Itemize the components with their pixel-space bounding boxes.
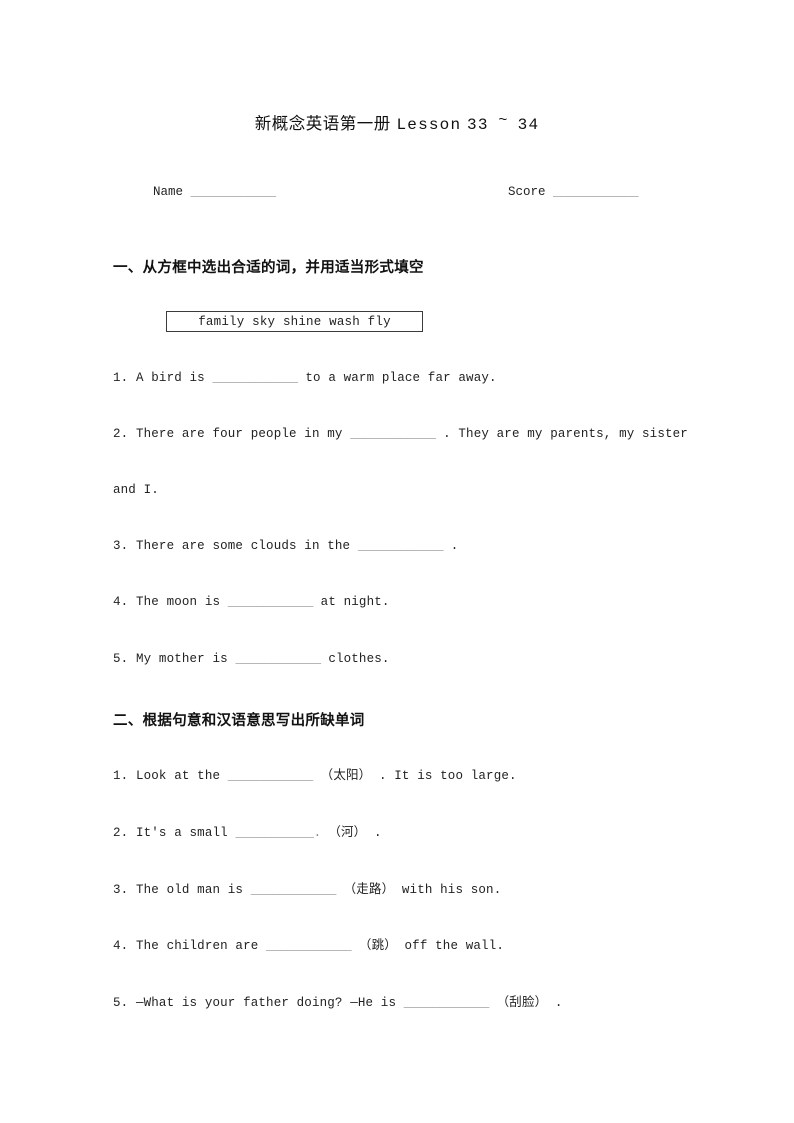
question-text-after: off the wall. <box>404 939 504 953</box>
answer-blank[interactable]: ____________ <box>235 652 321 666</box>
student-info-row: Name ____________ Score ____________ <box>0 185 794 205</box>
chinese-hint: （河） <box>328 824 367 839</box>
question-text-after: at night. <box>320 595 390 609</box>
question-number: 3. <box>113 539 129 553</box>
section1-question-2: 2. There are four people in my _________… <box>113 427 688 441</box>
section2-question-3: 3. The old man is ____________ （走路） with… <box>113 878 501 897</box>
section2-question-4: 4. The children are ____________ （跳） off… <box>113 934 504 953</box>
question-text-before: —What is your father doing? —He is <box>135 996 397 1010</box>
question-number: 2. <box>113 427 129 441</box>
answer-blank[interactable]: ____________ <box>251 883 337 897</box>
chinese-hint: （太阳） <box>320 767 372 782</box>
answer-blank[interactable]: ___________. <box>235 826 321 840</box>
lesson-range-tilde: ~ <box>498 112 508 129</box>
answer-blank[interactable]: ____________ <box>228 595 314 609</box>
question-text-after: clothes. <box>328 652 390 666</box>
section1-question-5: 5. My mother is ____________ clothes. <box>113 652 390 666</box>
question-text-before: Look at the <box>135 769 221 783</box>
question-text-after: . <box>554 996 563 1010</box>
question-number: 4. <box>113 939 129 953</box>
section-2-heading: 二、根据句意和汉语意思写出所缺单词 <box>113 712 365 729</box>
question-text-before: The moon is <box>135 595 221 609</box>
section2-question-5: 5. —What is your father doing? —He is __… <box>113 991 563 1010</box>
word-bank-text: family sky shine wash fly <box>198 314 391 329</box>
section1-question-1: 1. A bird is ____________ to a warm plac… <box>113 371 497 385</box>
question-text-before: There are some clouds in the <box>135 539 351 553</box>
question-text-before: There are four people in my <box>135 427 343 441</box>
answer-blank[interactable]: ____________ <box>358 539 444 553</box>
question-number: 1. <box>113 769 129 783</box>
question-text-after: to a warm place far away. <box>305 371 497 385</box>
question-text-before: A bird is <box>135 371 205 385</box>
name-label: Name <box>153 185 184 199</box>
question-number: 2. <box>113 826 129 840</box>
name-blank-line: ____________ <box>190 185 277 199</box>
page-title-cjk: 新概念英语第一册 <box>254 114 391 133</box>
question-text-after: . <box>373 826 382 840</box>
question-text-after: . They are my parents, my sister <box>443 427 688 441</box>
chinese-hint: （刮脸） <box>496 994 548 1009</box>
section2-question-1: 1. Look at the ____________ （太阳） . It is… <box>113 764 517 783</box>
question-number: 4. <box>113 595 129 609</box>
name-field[interactable]: Name ____________ <box>153 185 276 199</box>
section-1-heading: 一、从方框中选出合适的词，并用适当形式填空 <box>113 259 424 276</box>
page-title-lesson-from: 33 <box>467 116 489 134</box>
question-number: 1. <box>113 371 129 385</box>
answer-blank[interactable]: ____________ <box>350 427 436 441</box>
answer-blank[interactable]: ____________ <box>266 939 352 953</box>
chinese-hint: （走路） <box>343 881 395 896</box>
question-number: 5. <box>113 652 129 666</box>
section1-question-2-wrap: and I. <box>113 483 159 497</box>
question-number: 5. <box>113 996 129 1010</box>
question-text-after: . <box>450 539 459 553</box>
page-title-lesson-to: 34 <box>517 116 540 134</box>
question-text-before: The children are <box>135 939 259 953</box>
question-text-before: It's a small <box>135 826 228 840</box>
answer-blank[interactable]: ____________ <box>228 769 314 783</box>
section2-question-2: 2. It's a small ___________. （河） . <box>113 821 382 840</box>
question-text-before: The old man is <box>135 883 244 897</box>
page-title-lesson-label: Lesson <box>396 116 462 134</box>
score-blank-line: ____________ <box>553 185 639 199</box>
section1-question-3: 3. There are some clouds in the ________… <box>113 539 458 553</box>
answer-blank[interactable]: ____________ <box>404 996 490 1010</box>
chinese-hint: （跳） <box>358 937 397 952</box>
question-number: 3. <box>113 883 129 897</box>
word-bank-box: family sky shine wash fly <box>166 311 423 332</box>
score-label: Score <box>508 185 546 199</box>
section1-question-4: 4. The moon is ____________ at night. <box>113 595 390 609</box>
page-title: 新概念英语第一册 Lesson 33 ~ 34 <box>0 110 794 134</box>
question-text-after: . It is too large. <box>378 769 517 783</box>
question-text-after: with his son. <box>401 883 502 897</box>
score-field[interactable]: Score ____________ <box>508 185 639 199</box>
answer-blank[interactable]: ____________ <box>213 371 299 385</box>
worksheet-page: 新概念英语第一册 Lesson 33 ~ 34 Name ___________… <box>0 0 794 1123</box>
question-text-before: My mother is <box>135 652 228 666</box>
